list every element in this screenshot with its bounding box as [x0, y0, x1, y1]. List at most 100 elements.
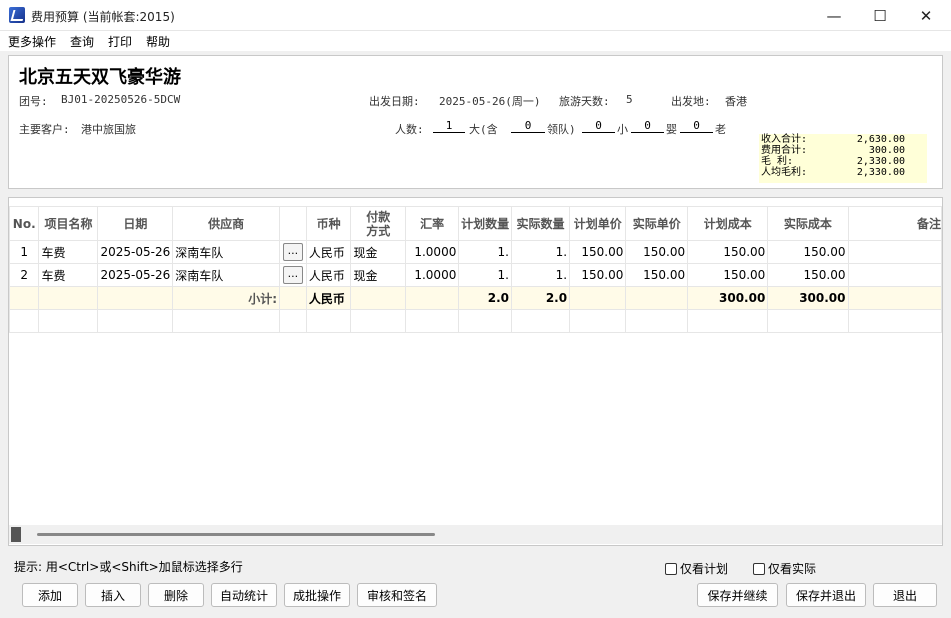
tour-info-panel: 北京五天双飞豪华游 团号: BJ01-20250526-5DCW 出发日期: 2…: [8, 55, 943, 189]
cell-date[interactable]: 2025-05-26: [97, 240, 174, 264]
table-row[interactable]: 1 车费 2025-05-26 深南车队 ... 人民币 现金 1.0000 1…: [9, 240, 942, 264]
tour-title: 北京五天双飞豪华游: [19, 67, 181, 88]
only-actual-label: 仅看实际: [768, 562, 817, 576]
col-item-name[interactable]: 项目名称: [38, 206, 99, 241]
col-plan-price[interactable]: 计划单价: [569, 206, 627, 241]
menu-help[interactable]: 帮助: [146, 33, 170, 50]
cell-currency[interactable]: 人民币: [305, 263, 352, 287]
cell-supplier-picker: ...: [279, 240, 307, 264]
menu-bar: 更多操作 查询 打印 帮助: [0, 31, 951, 51]
col-actual-qty[interactable]: 实际数量: [510, 206, 571, 241]
budget-grid: No. 项目名称 日期 供应商 币种 付款 方式 汇率 计划数量 实际数量 计划…: [8, 197, 943, 546]
depart-date-value: 2025-05-26(周一): [439, 95, 541, 108]
supplier-picker-button[interactable]: ...: [282, 266, 303, 284]
menu-print[interactable]: 打印: [108, 33, 132, 50]
cell-payment[interactable]: 现金: [350, 263, 406, 287]
summary-expense: 费用合计: 300.00: [761, 145, 905, 156]
close-button[interactable]: ✕: [903, 0, 949, 31]
minimize-button[interactable]: —: [811, 0, 857, 31]
cell-plan-cost[interactable]: 150.00: [687, 263, 769, 287]
cell-supplier-picker: ...: [279, 263, 307, 287]
cell-plan-qty[interactable]: 1.: [458, 263, 512, 287]
maximize-button[interactable]: ☐: [857, 0, 903, 31]
col-plan-qty[interactable]: 计划数量: [458, 206, 512, 241]
subtotal-currency: 人民币: [305, 286, 352, 310]
col-exchange-rate[interactable]: 汇率: [404, 206, 460, 241]
cell-item[interactable]: 车费: [38, 263, 99, 287]
cell-plan-price[interactable]: 150.00: [569, 240, 627, 264]
cell-actual-qty[interactable]: 1.: [510, 240, 571, 264]
group-no-label: 团号:: [19, 95, 48, 108]
cell-currency[interactable]: 人民币: [305, 240, 352, 264]
cell-actual-qty[interactable]: 1.: [510, 263, 571, 287]
title-bar: 费用预算 (当前帐套:2015) — ☐ ✕: [0, 0, 951, 31]
only-plan-checkbox[interactable]: 仅看计划: [665, 560, 728, 577]
col-no[interactable]: No.: [9, 206, 40, 241]
empty-row[interactable]: [9, 309, 942, 333]
batch-operation-button[interactable]: 成批操作: [284, 583, 350, 607]
col-remark[interactable]: 备注: [847, 206, 942, 241]
cell-no: 2: [9, 263, 40, 287]
exit-button[interactable]: 退出: [873, 583, 937, 607]
delete-button[interactable]: 删除: [148, 583, 204, 607]
cell-item[interactable]: 车费: [38, 240, 99, 264]
col-date[interactable]: 日期: [97, 206, 174, 241]
col-supplier[interactable]: 供应商: [172, 206, 280, 241]
window-title: 费用预算 (当前帐套:2015): [31, 10, 175, 24]
col-plan-cost[interactable]: 计划成本: [687, 206, 769, 241]
cell-supplier[interactable]: 深南车队: [172, 240, 280, 264]
scroll-left-indicator[interactable]: [11, 527, 21, 542]
menu-more-operations[interactable]: 更多操作: [8, 33, 56, 50]
col-currency[interactable]: 币种: [305, 206, 352, 241]
elder-field[interactable]: 0: [680, 119, 713, 133]
only-plan-label: 仅看计划: [680, 562, 729, 576]
leader-field[interactable]: 0: [511, 119, 545, 133]
cell-actual-price[interactable]: 150.00: [625, 240, 689, 264]
child-field[interactable]: 0: [582, 119, 615, 133]
only-plan-checkbox-box[interactable]: [665, 562, 677, 575]
depart-date-label: 出发日期:: [369, 95, 420, 108]
people-field[interactable]: 1: [433, 119, 465, 133]
only-actual-checkbox[interactable]: 仅看实际: [753, 560, 816, 577]
cell-payment[interactable]: 现金: [350, 240, 406, 264]
cell-plan-qty[interactable]: 1.: [458, 240, 512, 264]
supplier-picker-button[interactable]: ...: [282, 243, 303, 261]
leader-label: 领队): [547, 123, 576, 136]
col-supplier-button: [279, 206, 307, 241]
cell-supplier[interactable]: 深南车队: [172, 263, 280, 287]
table-row[interactable]: 2 车费 2025-05-26 深南车队 ... 人民币 现金 1.0000 1…: [9, 263, 942, 287]
add-button[interactable]: 添加: [22, 583, 78, 607]
col-payment-method[interactable]: 付款 方式: [350, 206, 406, 241]
audit-sign-button[interactable]: 审核和签名: [357, 583, 437, 607]
insert-button[interactable]: 插入: [85, 583, 141, 607]
cell-remark[interactable]: [847, 263, 942, 287]
infant-label: 婴: [666, 123, 677, 136]
cell-actual-cost[interactable]: 150.00: [767, 263, 849, 287]
cell-date[interactable]: 2025-05-26: [97, 263, 174, 287]
col-actual-price[interactable]: 实际单价: [625, 206, 689, 241]
adult-label: 大(含: [469, 123, 498, 136]
summary-box: 收入合计: 2,630.00 费用合计: 300.00 毛 利: 2,330.00 人…: [759, 134, 927, 183]
cell-plan-price[interactable]: 150.00: [569, 263, 627, 287]
save-exit-button[interactable]: 保存并退出: [786, 583, 866, 607]
auto-stat-button[interactable]: 自动统计: [211, 583, 277, 607]
customer-value: 港中旅国旅: [81, 123, 136, 136]
cell-actual-price[interactable]: 150.00: [625, 263, 689, 287]
cell-rate[interactable]: 1.0000: [404, 240, 460, 264]
cell-actual-cost[interactable]: 150.00: [767, 240, 849, 264]
horizontal-scrollbar[interactable]: [9, 525, 942, 544]
infant-field[interactable]: 0: [631, 119, 664, 133]
cell-rate[interactable]: 1.0000: [404, 263, 460, 287]
cell-remark[interactable]: [847, 240, 942, 264]
scrollbar-thumb[interactable]: [37, 533, 435, 536]
hint-text: 提示: 用<Ctrl>或<Shift>加鼠标选择多行: [14, 560, 243, 574]
people-label: 人数:: [395, 123, 424, 136]
subtotal-actual-qty: 2.0: [510, 286, 571, 310]
cell-plan-cost[interactable]: 150.00: [687, 240, 769, 264]
subtotal-plan-qty: 2.0: [458, 286, 512, 310]
save-continue-button[interactable]: 保存并继续: [697, 583, 778, 607]
only-actual-checkbox-box[interactable]: [753, 562, 765, 575]
col-actual-cost[interactable]: 实际成本: [767, 206, 849, 241]
app-icon: [9, 7, 25, 23]
menu-query[interactable]: 查询: [70, 33, 94, 50]
